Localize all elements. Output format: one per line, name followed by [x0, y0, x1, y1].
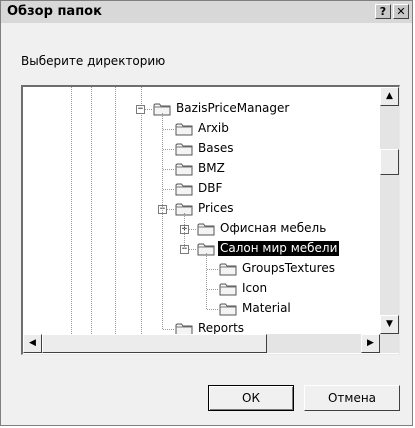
tree-item[interactable]: Prices: [175, 199, 399, 219]
tree-connector: [163, 129, 174, 130]
folder-icon: [219, 282, 237, 296]
horizontal-scroll-thumb[interactable]: [42, 334, 267, 353]
tree-guide-line: [71, 87, 72, 334]
tree-guide-line: [141, 87, 142, 334]
tree-item[interactable]: Bases: [175, 139, 399, 159]
tree-item[interactable]: BMZ: [175, 159, 399, 179]
horizontal-scrollbar[interactable]: ◀ ▶: [23, 334, 380, 353]
tree-item-label: Icon: [242, 281, 268, 295]
scrollbar-corner: [380, 334, 399, 353]
tree-item[interactable]: DBF: [175, 179, 399, 199]
folder-tree[interactable]: − BazisPriceManager Arxib Bases BMZ DBF − Price…: [21, 85, 400, 355]
tree-connector: [163, 149, 174, 150]
scroll-up-button[interactable]: ▲: [380, 87, 399, 106]
tree-item[interactable]: Офисная мебель: [197, 219, 399, 239]
folder-icon: [175, 142, 193, 156]
tree-item-label: DBF: [198, 181, 223, 195]
tree-connector: [163, 169, 174, 170]
title-bar[interactable]: Обзор папок ? ✕: [1, 1, 412, 23]
tree-item-label: Офисная мебель: [220, 221, 327, 235]
tree-item[interactable]: Arxib: [175, 119, 399, 139]
tree-item-label: BazisPriceManager: [176, 101, 290, 115]
folder-icon: [175, 182, 193, 196]
tree-item-label: BMZ: [198, 161, 225, 175]
tree-item-label: Prices: [198, 201, 234, 215]
tree-item-label: Arxib: [198, 121, 229, 135]
prompt-label: Выберите директорию: [21, 54, 166, 68]
folder-icon: [197, 222, 215, 236]
folder-icon: [175, 162, 193, 176]
tree-connector: [207, 269, 218, 270]
tree-connector: [163, 329, 174, 330]
tree-item[interactable]: BazisPriceManager: [153, 99, 393, 119]
minus-box-icon[interactable]: −: [136, 105, 145, 114]
tree-connector: [163, 189, 174, 190]
ok-button[interactable]: ОК: [208, 385, 294, 411]
cancel-button[interactable]: Отмена: [304, 385, 400, 411]
tree-guide-line: [162, 113, 163, 329]
tree-guide-line: [206, 253, 207, 309]
folder-icon: [175, 122, 193, 136]
tree-item-label: Салон мир мебели: [218, 241, 340, 256]
tree-connector: [207, 309, 218, 310]
tree-item[interactable]: Салон мир мебели: [197, 239, 399, 259]
scroll-right-button[interactable]: ▶: [361, 334, 380, 353]
tree-item[interactable]: GroupsTextures: [219, 259, 399, 279]
tree-guide-line: [115, 87, 116, 334]
scroll-left-button[interactable]: ◀: [23, 334, 42, 353]
dialog-title: Обзор папок: [7, 4, 102, 19]
folder-icon: [219, 302, 237, 316]
tree-item-label: GroupsTextures: [242, 261, 335, 275]
tree-guide-line: [184, 213, 185, 249]
browse-folders-dialog: Обзор папок ? ✕ Выберите директорию − Baz…: [0, 0, 413, 426]
vertical-scroll-thumb[interactable]: [380, 149, 399, 175]
tree-guide-line: [91, 87, 92, 334]
vertical-scrollbar[interactable]: ▲ ▼: [380, 87, 399, 334]
scroll-down-button[interactable]: ▼: [380, 315, 399, 334]
tree-item-label: Bases: [198, 141, 234, 155]
tree-item-label: Material: [242, 301, 291, 315]
tree-connector: [207, 289, 218, 290]
tree-item[interactable]: Material: [219, 299, 399, 319]
tree-item[interactable]: Icon: [219, 279, 399, 299]
close-button[interactable]: ✕: [393, 4, 409, 19]
help-button[interactable]: ?: [375, 4, 391, 19]
folder-icon: [219, 262, 237, 276]
